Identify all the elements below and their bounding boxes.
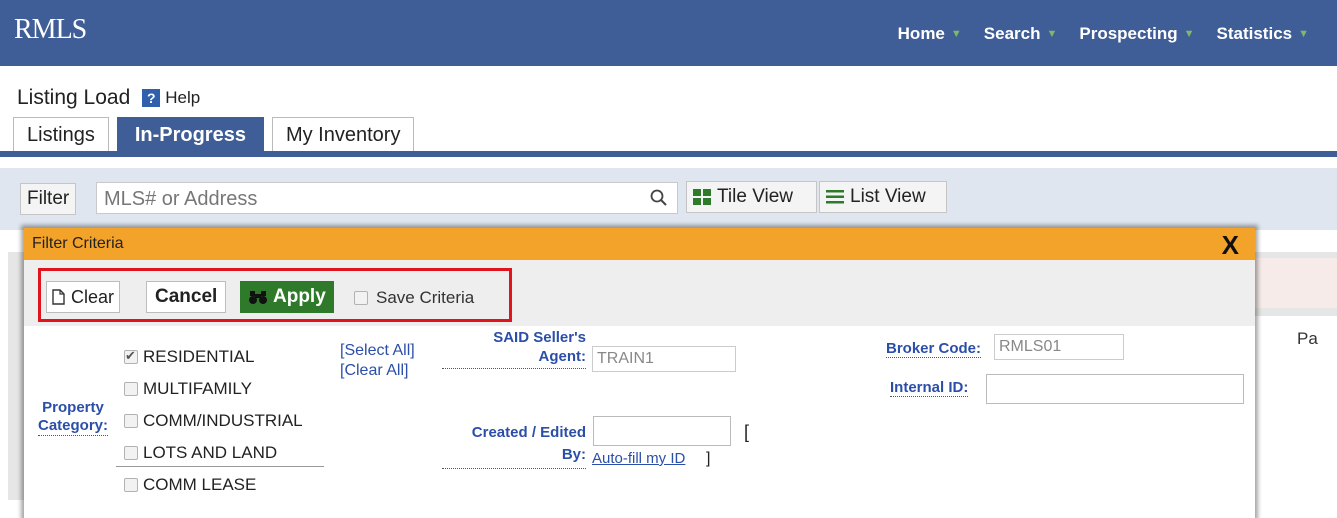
auto-fill-my-id-link[interactable]: Auto-fill my ID — [592, 450, 685, 467]
select-all-link[interactable]: [Select All] — [340, 342, 415, 360]
binoculars-icon — [249, 291, 267, 304]
filter-button[interactable]: Filter — [20, 183, 77, 215]
option-comm-lease[interactable]: COMM LEASE — [124, 469, 303, 501]
property-separator — [116, 466, 324, 467]
help-link[interactable]: Help — [165, 88, 200, 108]
tab-divider — [0, 151, 1337, 157]
dialog-header: Filter Criteria X — [24, 228, 1255, 260]
tile-view-button[interactable]: Tile View — [686, 181, 817, 213]
nav-search-label: Search — [983, 24, 1041, 43]
nav-home-label: Home — [897, 24, 945, 43]
document-icon — [52, 289, 65, 305]
list-view-button[interactable]: List View — [819, 181, 947, 213]
nav-prospecting[interactable]: Prospecting ▼ — [1079, 24, 1194, 44]
option-multifamily[interactable]: MULTIFAMILY — [124, 373, 303, 405]
nav-search[interactable]: Search ▼ — [984, 24, 1058, 44]
background-alert-strip — [1250, 258, 1337, 308]
property-category-list: RESIDENTIAL MULTIFAMILY COMM/INDUSTRIAL … — [124, 341, 303, 501]
clear-label: Clear — [71, 286, 115, 307]
caret-down-icon: ▼ — [950, 28, 962, 40]
dialog-title: Filter Criteria — [32, 235, 124, 252]
option-lots-and-land[interactable]: LOTS AND LAND — [124, 437, 303, 469]
created-edited-by-input[interactable] — [593, 416, 731, 446]
comm-lease-label: COMM LEASE — [143, 475, 257, 494]
save-criteria-label: Save Criteria — [376, 288, 475, 307]
rmls-logo[interactable]: RMLS — [14, 14, 87, 46]
search-box — [96, 182, 678, 215]
search-input[interactable] — [97, 183, 646, 215]
caret-down-icon: ▼ — [1046, 28, 1058, 40]
apply-label: Apply — [273, 286, 326, 307]
save-criteria[interactable]: Save Criteria — [354, 288, 474, 308]
multifamily-checkbox[interactable] — [124, 382, 138, 396]
said-seller-agent-input[interactable] — [592, 346, 736, 372]
tile-grid-icon — [693, 189, 711, 205]
said-label-line2: Agent: — [538, 348, 587, 365]
clear-all-link[interactable]: [Clear All] — [340, 362, 408, 380]
caret-down-icon: ▼ — [1298, 28, 1309, 40]
property-category-label[interactable]: Property Category: — [38, 399, 109, 436]
nav-statistics[interactable]: Statistics ▼ — [1217, 24, 1309, 44]
created-edited-by-label[interactable]: Created / Edited By: — [442, 422, 586, 469]
option-residential[interactable]: RESIDENTIAL — [124, 341, 303, 373]
filter-criteria-dialog: Filter Criteria X Clear Cancel Apply Sav… — [24, 228, 1255, 518]
apply-button[interactable]: Apply — [240, 281, 334, 313]
said-label-line1: SAID Seller's — [493, 329, 586, 346]
broker-code-input[interactable] — [994, 334, 1124, 360]
main-nav: Home ▼ Search ▼ Prospecting ▼ Statistics ▼ — [898, 24, 1309, 44]
save-criteria-checkbox[interactable] — [354, 291, 368, 305]
comm-industrial-label: COMM/INDUSTRIAL — [143, 411, 303, 430]
internal-id-label[interactable]: Internal ID: — [890, 379, 969, 397]
multifamily-label: MULTIFAMILY — [143, 379, 252, 398]
residential-checkbox[interactable] — [124, 348, 138, 364]
residential-label: RESIDENTIAL — [143, 347, 255, 366]
pagination-label-partial: Pa — [1297, 329, 1318, 348]
search-icon[interactable] — [649, 188, 669, 208]
said-seller-agent-label[interactable]: SAID Seller's Agent: — [442, 328, 586, 369]
property-label-line2: Category: — [38, 417, 109, 436]
broker-code-label[interactable]: Broker Code: — [886, 340, 982, 358]
lots-and-land-checkbox[interactable] — [124, 446, 138, 460]
nav-statistics-label: Statistics — [1216, 24, 1293, 43]
cancel-button[interactable]: Cancel — [146, 281, 227, 313]
background-content — [1250, 316, 1337, 506]
tab-my-inventory[interactable]: My Inventory — [271, 117, 415, 152]
option-comm-industrial[interactable]: COMM/INDUSTRIAL — [124, 405, 303, 437]
list-view-label: List View — [850, 186, 926, 207]
tile-view-label: Tile View — [717, 186, 794, 207]
top-navigation-bar: RMLS Home ▼ Search ▼ Prospecting ▼ Statisti… — [0, 0, 1337, 66]
property-label-line1: Property — [42, 399, 104, 416]
page-title-row: Listing Load ? Help — [17, 86, 200, 110]
tab-in-progress[interactable]: In-Progress — [116, 117, 264, 152]
close-button[interactable]: X — [1222, 230, 1239, 261]
caret-down-icon: ▼ — [1183, 28, 1195, 40]
lots-and-land-label: LOTS AND LAND — [143, 443, 278, 462]
help-icon[interactable]: ? — [142, 89, 161, 107]
created-label-line1: Created / Edited — [471, 424, 586, 441]
bracket-close: ] — [706, 450, 711, 467]
clear-button[interactable]: Clear — [46, 281, 121, 313]
list-lines-icon — [826, 190, 844, 204]
internal-id-input[interactable] — [986, 374, 1244, 404]
bracket-open: [ — [744, 422, 750, 442]
comm-industrial-checkbox[interactable] — [124, 414, 138, 428]
nav-prospecting-label: Prospecting — [1079, 24, 1178, 43]
created-label-line2: By: — [561, 446, 586, 463]
listing-tabs: Listings In-Progress My Inventory — [13, 117, 415, 152]
nav-home[interactable]: Home ▼ — [898, 24, 962, 44]
page-title: Listing Load — [17, 86, 131, 109]
comm-lease-checkbox[interactable] — [124, 478, 138, 492]
tab-listings[interactable]: Listings — [13, 117, 109, 152]
